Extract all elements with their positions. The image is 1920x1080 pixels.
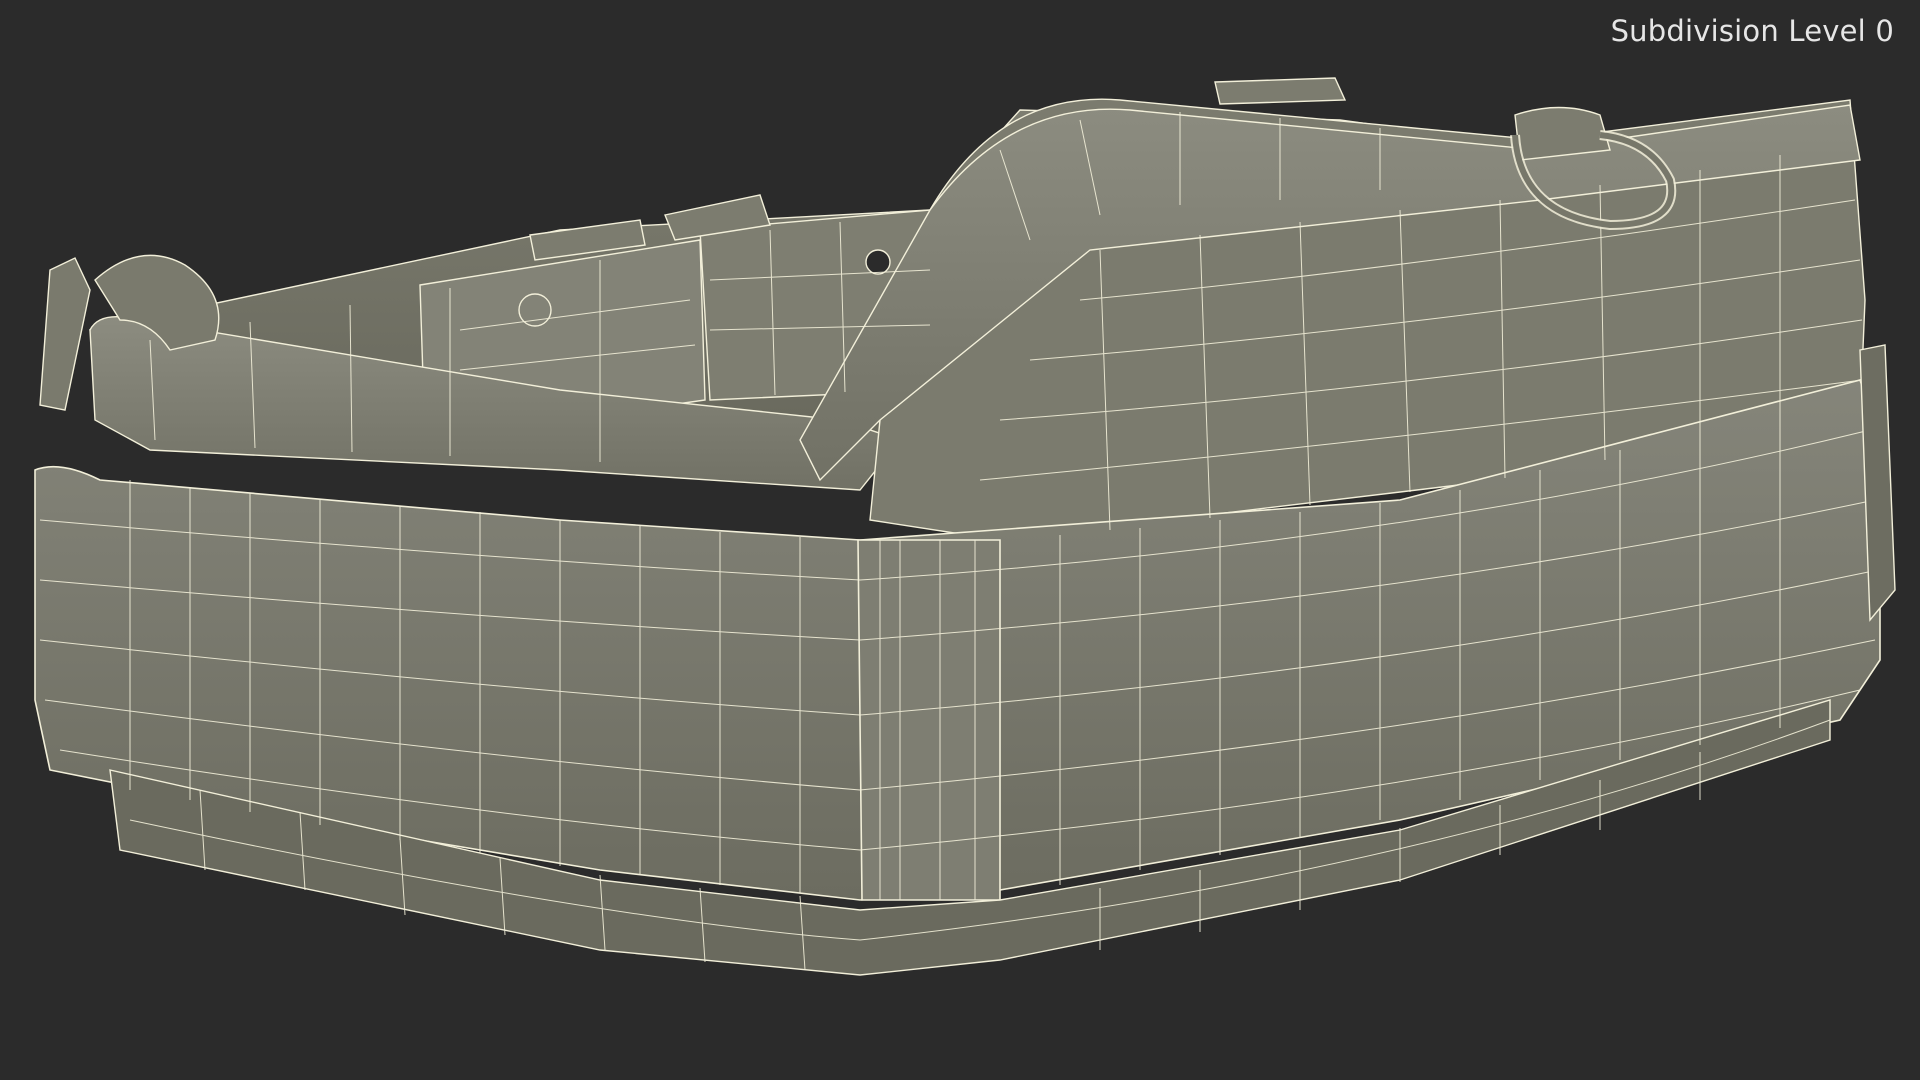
subdivision-level-label: Subdivision Level 0: [1610, 14, 1894, 48]
render-viewport: Subdivision Level 0: [0, 0, 1920, 1080]
belt-center-strap: [857, 539, 1001, 901]
belt-wireframe-render: [34, 77, 1896, 976]
buckle-hole: [865, 249, 891, 275]
